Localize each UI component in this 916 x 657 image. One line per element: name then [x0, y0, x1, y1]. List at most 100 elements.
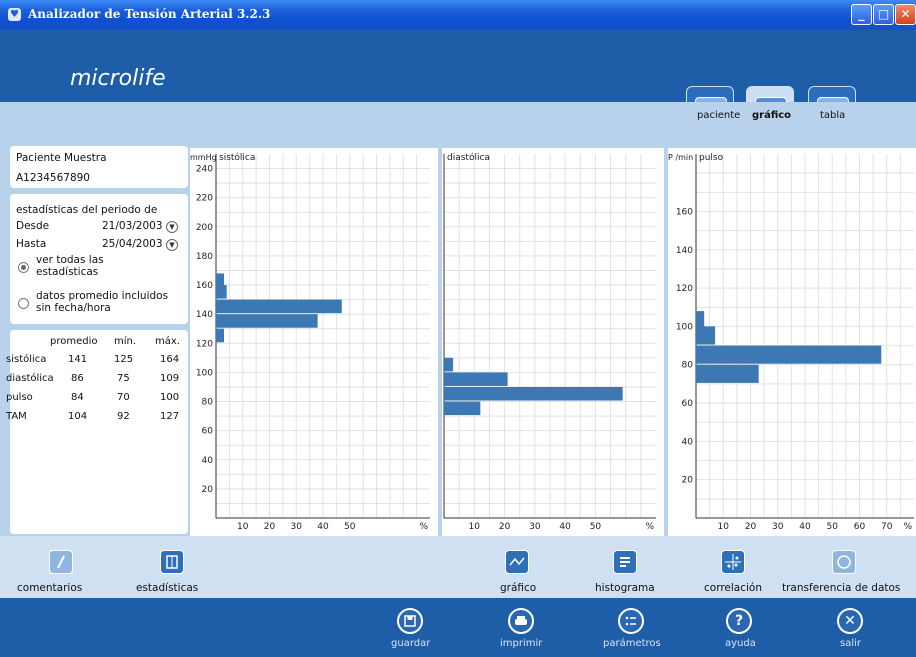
transfer-icon[interactable]: [832, 550, 856, 574]
y-axis-unit: P /min: [668, 153, 693, 162]
y-tick-label: 120: [196, 339, 213, 349]
stats-cell: 104: [68, 411, 88, 422]
toolbar-grafico[interactable]: gráfico: [500, 582, 536, 594]
y-tick-label: 160: [196, 281, 213, 291]
stats-row-label: diastólica: [6, 373, 54, 384]
app-header: microlife: [0, 30, 916, 132]
statistics-icon[interactable]: [160, 550, 184, 574]
histogram-bar: [444, 401, 481, 416]
y-tick-label: 160: [676, 207, 693, 217]
from-label: Desde: [16, 220, 50, 232]
line-chart-icon[interactable]: [505, 550, 529, 574]
patient-id: A1234567890: [16, 172, 90, 184]
radio-all-stats-label[interactable]: ver todas las estadísticas: [36, 254, 126, 278]
chart-pulse: 20 40 60 80 100 120 140 160 10 20 30 40 50 60 70% P /mi…: [668, 148, 916, 536]
toolbar-correlacion[interactable]: correlación: [704, 582, 762, 594]
stats-card: promedio mín. máx. sistólica 141 125 164…: [6, 330, 188, 534]
stats-cell: 164: [160, 354, 180, 365]
y-tick-label: 60: [682, 399, 694, 409]
settings-icon[interactable]: [618, 608, 644, 634]
x-tick-label: 50: [827, 522, 839, 532]
histogram-icon[interactable]: [613, 550, 637, 574]
footer-parametros[interactable]: parámetros: [603, 638, 661, 649]
stats-cell: 70: [117, 392, 130, 403]
period-heading: estadísticas del periodo de: [16, 204, 158, 216]
to-label: Hasta: [16, 238, 47, 250]
x-tick-label: 20: [264, 522, 276, 532]
stats-cell: 100: [160, 392, 180, 403]
radio-avg-data[interactable]: [18, 298, 29, 309]
chart-systolic: 20 40 60 80 100 120 140 160 180 200 220 240 10 20 30 40…: [190, 148, 438, 536]
chart-title: pulso: [699, 153, 724, 163]
x-tick-label: 30: [772, 522, 784, 532]
histogram-bar: [216, 328, 225, 343]
tab-label-tabla[interactable]: tabla: [820, 110, 845, 121]
y-tick-label: 40: [682, 437, 694, 447]
maximize-button[interactable]: □: [873, 4, 894, 25]
to-date[interactable]: 25/04/2003: [102, 238, 163, 250]
x-axis-unit: %: [645, 522, 654, 532]
radio-all-stats[interactable]: [18, 262, 29, 273]
x-tick-label: 30: [529, 522, 541, 532]
stats-header-max: máx.: [155, 336, 180, 347]
close-button[interactable]: ✕: [895, 4, 916, 25]
save-icon[interactable]: [397, 608, 423, 634]
footer-ayuda[interactable]: ayuda: [725, 638, 756, 649]
chart-title: diastólica: [447, 152, 490, 163]
to-date-dropdown-icon[interactable]: ▼: [166, 239, 178, 251]
minimize-button[interactable]: _: [851, 4, 872, 25]
stats-cell: 141: [68, 354, 88, 365]
y-tick-label: 100: [676, 322, 693, 332]
stats-cell: 92: [117, 411, 130, 422]
from-date[interactable]: 21/03/2003: [102, 220, 163, 232]
histogram-bar: [444, 372, 508, 386]
toolbar-comentarios[interactable]: comentarios: [17, 582, 82, 594]
radio-avg-data-label[interactable]: datos promedio incluidos sin fecha/hora: [36, 290, 186, 314]
help-icon[interactable]: ?: [726, 608, 752, 634]
x-tick-label: 60: [854, 522, 866, 532]
microlife-logo: microlife: [70, 66, 166, 91]
stats-cell: 84: [71, 392, 84, 403]
y-tick-label: 140: [676, 246, 693, 256]
toolbar-estadisticas[interactable]: estadísticas: [136, 582, 198, 594]
period-card: estadísticas del periodo de Desde 21/03/…: [10, 194, 188, 324]
x-tick-label: 30: [291, 522, 303, 532]
footer-bar: guardar imprimir parámetros ? ayuda ✕ sa…: [0, 598, 916, 657]
pencil-icon[interactable]: [49, 550, 73, 574]
footer-salir[interactable]: salir: [840, 638, 861, 649]
toolbar-histograma[interactable]: histograma: [595, 582, 655, 594]
y-tick-label: 140: [196, 310, 213, 320]
view-toolbar: comentarios estadísticas gráfico histogr…: [0, 536, 916, 598]
chart-diastolic: 10 20 30 40 50% diastólica: [442, 148, 664, 536]
histogram-bar: [696, 345, 882, 364]
histogram-bar: [216, 285, 227, 299]
patient-card: Paciente Muestra A1234567890: [10, 146, 188, 188]
from-date-dropdown-icon[interactable]: ▼: [166, 221, 178, 233]
footer-imprimir[interactable]: imprimir: [500, 638, 542, 649]
y-tick-label: 240: [196, 165, 213, 175]
tab-label-paciente[interactable]: paciente: [697, 110, 740, 121]
app-icon: ♥: [8, 8, 21, 21]
y-tick-label: 20: [682, 476, 694, 486]
scatter-icon[interactable]: [721, 550, 745, 574]
y-axis-unit: mmHg: [190, 153, 217, 162]
stats-row-label: pulso: [6, 392, 33, 403]
x-tick-label: 50: [344, 522, 356, 532]
x-axis-unit: %: [419, 522, 428, 532]
y-tick-label: 120: [676, 284, 693, 294]
histogram-bar: [444, 386, 623, 401]
footer-guardar[interactable]: guardar: [391, 638, 430, 649]
toolbar-transferencia[interactable]: transferencia de datos: [782, 582, 900, 594]
exit-icon[interactable]: ✕: [837, 608, 863, 634]
x-tick-label: 40: [317, 522, 329, 532]
x-tick-label: 20: [745, 522, 757, 532]
y-tick-label: 100: [196, 368, 213, 378]
x-tick-label: 10: [237, 522, 249, 532]
stats-row-label: sistólica: [6, 354, 47, 365]
stats-cell: 125: [114, 354, 134, 365]
y-tick-label: 20: [202, 485, 214, 495]
print-icon[interactable]: [508, 608, 534, 634]
histogram-bar: [216, 314, 318, 328]
window-title: Analizador de Tensión Arterial 3.2.3: [28, 7, 271, 21]
tab-label-grafico[interactable]: gráfico: [752, 110, 791, 121]
